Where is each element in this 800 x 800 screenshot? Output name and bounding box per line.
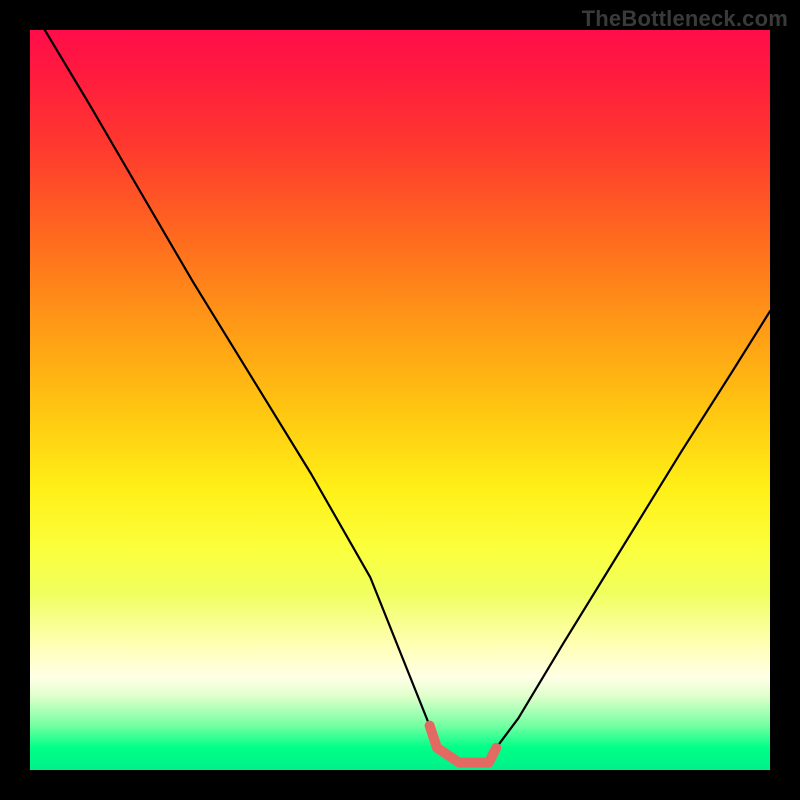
chart-frame: TheBottleneck.com [0,0,800,800]
plot-area [30,30,770,770]
optimal-zone-highlight [430,726,497,763]
watermark-text: TheBottleneck.com [582,6,788,32]
curve-svg [30,30,770,770]
bottleneck-curve-path [45,30,770,763]
